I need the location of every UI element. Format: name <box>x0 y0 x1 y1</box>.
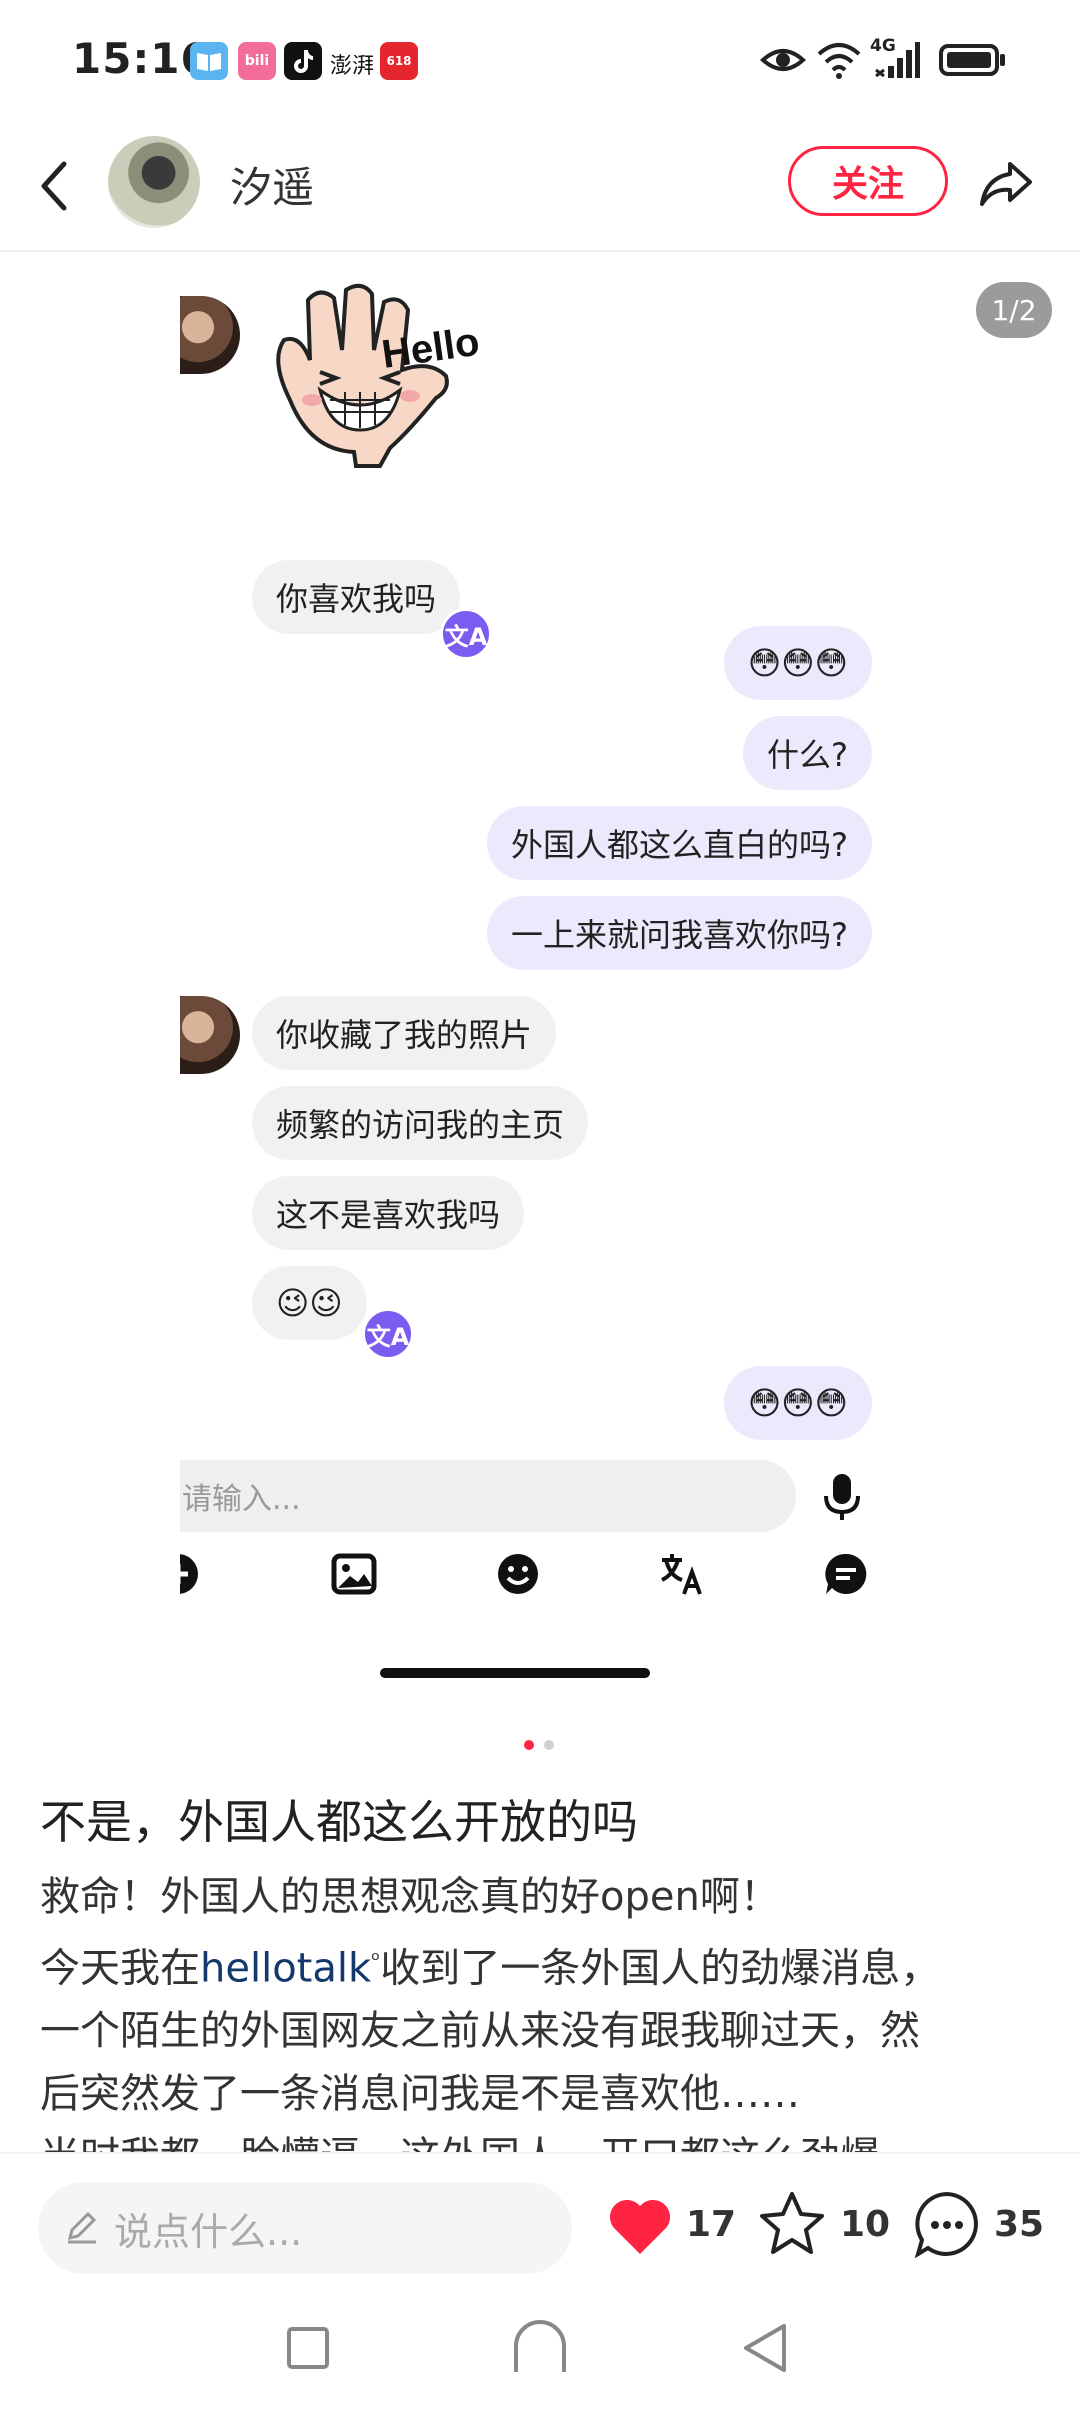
signal-icon <box>874 40 920 84</box>
post-title: 不是，外国人都这么开放的吗 <box>40 1795 638 1849</box>
shopping-label: 618 <box>386 54 412 68</box>
post-image[interactable]: Hello 你喜欢我吗 文A 😳😳😳 什么? 外国人都这么直白的吗? 一上来就问… <box>180 252 900 1692</box>
translate-badge-icon[interactable]: 文A <box>440 608 492 660</box>
incoming-message: 这不是喜欢我吗 <box>252 1176 525 1250</box>
favorite-count: 10 <box>840 2204 891 2245</box>
comment-button[interactable] <box>912 2190 982 2264</box>
author-avatar[interactable] <box>108 136 200 228</box>
post-body-text: 今天我在 <box>40 1945 200 1992</box>
bottom-action-bar: 说点什么... 17 10 35 <box>0 2152 1080 2284</box>
share-button[interactable] <box>976 154 1036 214</box>
pencil-icon <box>67 2211 97 2244</box>
battery-icon <box>938 40 1008 84</box>
translate-icon <box>658 1550 706 1598</box>
author-name[interactable]: 汐遥 <box>230 154 314 215</box>
home-button[interactable] <box>510 2318 570 2378</box>
home-indicator <box>380 1668 650 1678</box>
post-body-text: 收到了一条外国人的劲爆消息， <box>380 1945 941 1992</box>
heart-icon <box>609 2199 671 2254</box>
book-app-icon <box>190 42 228 80</box>
hellotalk-link[interactable]: hellotalk <box>200 1945 371 1991</box>
home-arch-icon <box>514 2320 566 2372</box>
comment-count: 35 <box>994 2204 1045 2245</box>
chat-contact-avatar <box>180 296 240 374</box>
wifi-icon <box>816 40 862 84</box>
like-button[interactable] <box>606 2194 674 2262</box>
emoji-icon <box>494 1550 542 1598</box>
eye-icon <box>760 40 806 84</box>
outgoing-message: 外国人都这么直白的吗? <box>487 806 872 880</box>
incoming-message: 你收藏了我的照片 <box>252 996 557 1070</box>
carousel-dot[interactable] <box>544 1740 554 1750</box>
post-header: 汐遥 关注 <box>0 120 1080 252</box>
system-nav-bar <box>0 2282 1080 2412</box>
back-button[interactable] <box>30 156 80 216</box>
image-icon <box>330 1550 378 1598</box>
favorite-button[interactable] <box>758 2190 826 2262</box>
triangle-back-icon <box>744 2324 786 2372</box>
bilibili-app-icon: bili <box>238 42 276 80</box>
recents-button[interactable] <box>286 2326 330 2374</box>
shopping-618-app-icon: 618 <box>380 42 418 80</box>
outgoing-message: 😳😳😳 <box>723 1366 872 1440</box>
like-count: 17 <box>686 2204 737 2245</box>
comment-icon <box>914 2191 978 2259</box>
comment-placeholder: 说点什么... <box>114 2209 303 2254</box>
tiktok-app-icon <box>284 42 322 80</box>
square-icon <box>287 2327 329 2369</box>
comment-input[interactable]: 说点什么... <box>38 2182 572 2274</box>
microphone-icon <box>820 1472 864 1526</box>
chat-input-field: 请输入... <box>180 1460 796 1532</box>
share-icon <box>980 162 1032 206</box>
follow-button[interactable]: 关注 <box>788 146 948 216</box>
incoming-message: 你喜欢我吗 <box>252 560 461 634</box>
incoming-message: 频繁的访问我的主页 <box>252 1086 589 1160</box>
post-body-line: 当时我都一脸懵逼，这外国人一开口都这么劲爆 <box>40 2126 1050 2152</box>
chat-icon <box>822 1550 870 1598</box>
add-icon <box>180 1550 214 1598</box>
carousel-dot-active[interactable] <box>524 1740 534 1750</box>
search-icon[interactable]: ᵒ <box>371 1948 380 1973</box>
post-body-line: 今天我在hellotalkᵒ收到了一条外国人的劲爆消息， <box>40 1929 1050 2000</box>
star-icon <box>760 2192 824 2254</box>
outgoing-message: 一上来就问我喜欢你吗? <box>487 896 872 970</box>
outgoing-message: 什么? <box>743 716 872 790</box>
hello-sticker: Hello <box>250 280 482 470</box>
chat-contact-avatar <box>180 996 240 1074</box>
incoming-message: 😉😉 <box>252 1266 367 1340</box>
bilibili-label: bili <box>244 53 270 69</box>
post-body: 救命！外国人的思想观念真的好open啊！ 今天我在hellotalkᵒ收到了一条… <box>40 1866 1050 2152</box>
post-body-line: 后突然发了一条消息问我是不是喜欢他…… <box>40 2071 800 2118</box>
outgoing-message: 😳😳😳 <box>723 626 872 700</box>
post-body-line: 一个陌生的外国网友之前从来没有跟我聊过天，然 <box>40 2008 920 2055</box>
translate-badge-icon[interactable]: 文A <box>362 1308 414 1360</box>
image-page-counter: 1/2 <box>976 282 1052 338</box>
status-bar: 15:16 bili 澎湃 618 4G <box>0 0 1080 120</box>
back-nav-button[interactable] <box>740 2322 790 2378</box>
thepaper-app-icon: 澎湃 <box>330 54 375 79</box>
post-body-line: 救命！外国人的思想观念真的好open啊！ <box>40 1874 780 1920</box>
